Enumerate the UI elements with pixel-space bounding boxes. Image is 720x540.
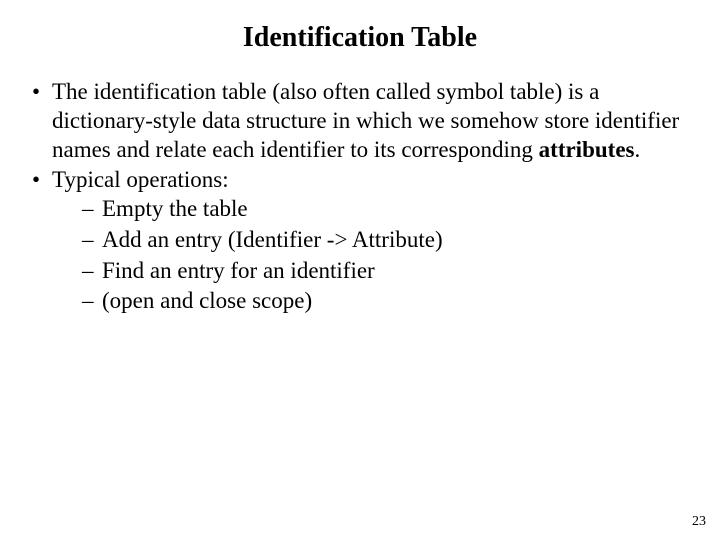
sub-item: Empty the table (52, 195, 692, 224)
sub-item: Add an entry (Identifier -> Attribute) (52, 226, 692, 255)
sub-item: Find an entry for an identifier (52, 257, 692, 286)
sub-item: (open and close scope) (52, 287, 692, 316)
sub-list: Empty the table Add an entry (Identifier… (52, 195, 692, 316)
bullet-text-pre: Typical operations: (52, 167, 229, 192)
bullet-list: The identification table (also often cal… (28, 78, 692, 316)
page-number: 23 (692, 514, 706, 530)
bullet-item: The identification table (also often cal… (28, 78, 692, 164)
slide-title: Identification Table (0, 0, 720, 66)
bullet-item: Typical operations: Empty the table Add … (28, 166, 692, 316)
slide: Identification Table The identification … (0, 0, 720, 540)
slide-content: The identification table (also often cal… (0, 66, 720, 316)
bullet-text-post: . (634, 137, 640, 162)
bullet-text-bold: attributes (539, 137, 635, 162)
